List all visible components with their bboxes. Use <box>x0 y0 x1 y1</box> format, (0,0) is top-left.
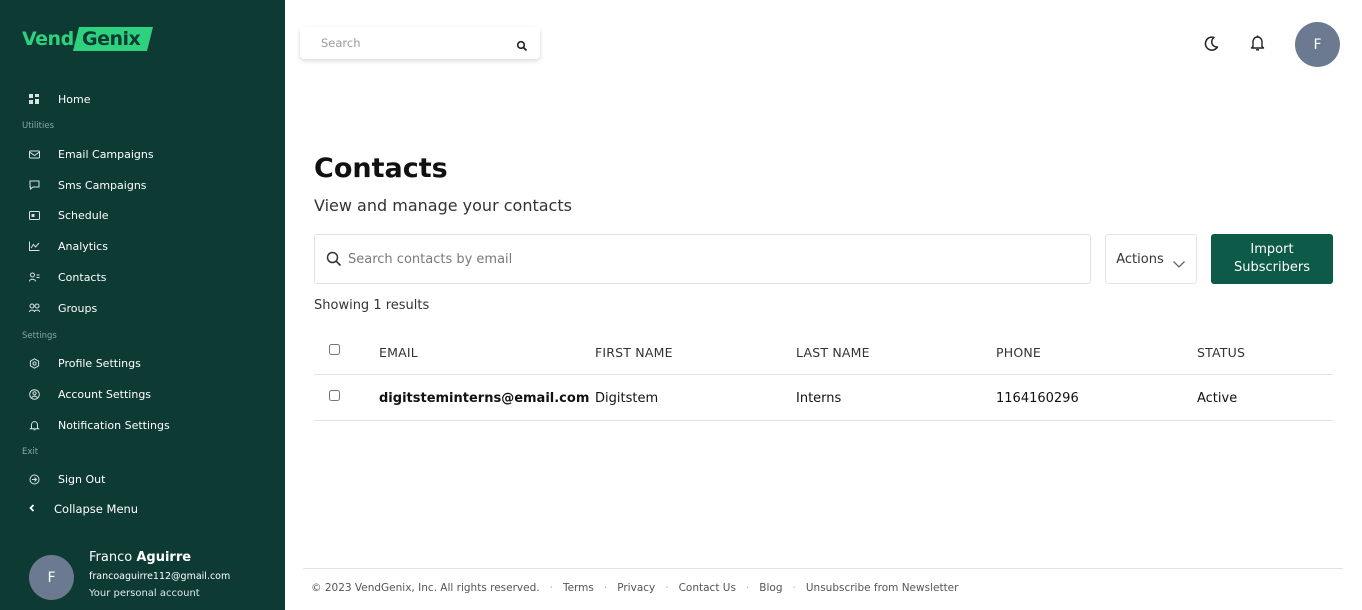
search-icon[interactable] <box>516 37 528 52</box>
section-label-exit: Exit <box>22 447 39 457</box>
column-header-status[interactable]: STATUS <box>1197 329 1245 375</box>
sidebar-item-label: Sms Campaigns <box>58 178 147 192</box>
sidebar-item-label: Home <box>58 92 91 106</box>
sidebar-item-home[interactable]: Home <box>28 89 90 109</box>
footer: © 2023 VendGenix, Inc. All rights reserv… <box>311 582 958 594</box>
search-icon <box>326 251 342 267</box>
footer-link-blog[interactable]: Blog <box>759 582 782 594</box>
footer-separator: · <box>549 582 553 594</box>
sidebar-item-account-settings[interactable]: Account Settings <box>28 384 151 404</box>
gear-icon <box>28 357 40 369</box>
results-count: Showing 1 results <box>314 298 430 313</box>
dashboard-icon <box>28 93 40 105</box>
cell-email: digitsteminterns@email.com <box>379 390 590 406</box>
sidebar-item-label: Groups <box>58 301 98 315</box>
select-all-checkbox[interactable] <box>329 344 340 355</box>
table-header-row: EMAIL FIRST NAME LAST NAME PHONE STATUS <box>314 329 1333 375</box>
sidebar-item-schedule[interactable]: Schedule <box>28 205 109 225</box>
bell-icon <box>28 419 40 431</box>
user-account-subtitle: Your personal account <box>89 588 200 599</box>
sidebar-item-label: Schedule <box>58 208 109 222</box>
cell-phone: 1164160296 <box>996 390 1079 406</box>
global-search <box>300 27 540 59</box>
contacts-icon <box>28 271 40 283</box>
sidebar-item-notification-settings[interactable]: Notification Settings <box>28 415 170 435</box>
actions-dropdown[interactable]: Actions <box>1105 234 1197 284</box>
column-header-phone[interactable]: PHONE <box>996 329 1041 375</box>
brand-logo[interactable]: Vend Genix <box>22 27 153 51</box>
section-label-utilities: Utilities <box>22 121 54 131</box>
chevron-down-icon <box>1172 254 1186 268</box>
cell-first-name: Digitstem <box>595 390 659 406</box>
sidebar-item-sign-out[interactable]: Sign Out <box>28 469 105 489</box>
footer-separator: · <box>603 582 608 594</box>
user-name: Franco Aguirre <box>89 550 192 565</box>
sidebar-item-label: Email Campaigns <box>58 147 154 161</box>
page-title: Contacts <box>314 153 448 184</box>
mail-icon <box>28 148 40 160</box>
sidebar-item-contacts[interactable]: Contacts <box>28 267 107 287</box>
sidebar: Vend Genix Home Utilities Email Campaign… <box>0 0 285 610</box>
collapse-menu-button[interactable]: Collapse Menu <box>28 500 138 518</box>
contacts-table: EMAIL FIRST NAME LAST NAME PHONE STATUS … <box>314 329 1333 421</box>
calendar-icon <box>28 209 40 221</box>
import-subscribers-button[interactable]: Import Subscribers <box>1211 234 1333 284</box>
sidebar-item-label: Analytics <box>58 239 108 253</box>
row-checkbox[interactable] <box>329 390 340 401</box>
logout-icon <box>28 473 40 485</box>
groups-icon <box>28 302 40 314</box>
footer-separator: · <box>665 582 669 594</box>
sidebar-item-sms-campaigns[interactable]: Sms Campaigns <box>28 175 147 195</box>
sidebar-item-label: Account Settings <box>58 387 152 401</box>
section-label-settings: Settings <box>22 331 57 341</box>
chart-icon <box>28 240 40 252</box>
sidebar-item-profile-settings[interactable]: Profile Settings <box>28 353 141 373</box>
contact-search-input[interactable] <box>348 251 1090 267</box>
sidebar-item-email-campaigns[interactable]: Email Campaigns <box>28 144 154 164</box>
footer-divider <box>303 568 1343 569</box>
sidebar-item-label: Profile Settings <box>58 356 141 370</box>
column-header-last-name[interactable]: LAST NAME <box>796 329 870 375</box>
chat-icon <box>28 179 40 191</box>
user-email: francoaguirre112@gmail.com <box>89 571 231 582</box>
sidebar-item-analytics[interactable]: Analytics <box>28 236 108 256</box>
top-user-avatar[interactable]: F <box>1295 22 1340 67</box>
notifications-bell-icon[interactable] <box>1249 34 1266 52</box>
contact-search-box <box>314 234 1091 284</box>
actions-label: Actions <box>1116 251 1164 267</box>
global-search-input[interactable] <box>321 36 516 50</box>
user-circle-icon <box>28 388 40 400</box>
column-header-email[interactable]: EMAIL <box>379 329 418 375</box>
user-avatar[interactable]: F <box>29 555 74 600</box>
collapse-menu-label: Collapse Menu <box>54 502 139 516</box>
footer-copyright: © 2023 VendGenix, Inc. All rights reserv… <box>311 582 540 594</box>
logo-text-vend: Vend <box>22 28 74 50</box>
sidebar-item-label: Notification Settings <box>58 418 170 432</box>
footer-separator: · <box>745 582 750 594</box>
footer-link-unsubscribe[interactable]: Unsubscribe from Newsletter <box>806 582 959 594</box>
theme-toggle-moon-icon[interactable] <box>1203 35 1220 52</box>
footer-separator: · <box>792 582 796 594</box>
cell-status: Active <box>1197 390 1238 406</box>
page-subtitle: View and manage your contacts <box>314 196 572 215</box>
sidebar-item-groups[interactable]: Groups <box>28 298 97 318</box>
sidebar-item-label: Sign Out <box>58 472 106 486</box>
footer-link-privacy[interactable]: Privacy <box>617 582 655 594</box>
table-row[interactable]: digitsteminterns@email.com Digitstem Int… <box>314 375 1333 421</box>
footer-link-contact-us[interactable]: Contact Us <box>679 582 736 594</box>
footer-link-terms[interactable]: Terms <box>563 582 594 594</box>
chevron-left-icon <box>28 503 40 516</box>
column-header-first-name[interactable]: FIRST NAME <box>595 329 673 375</box>
sidebar-item-label: Contacts <box>58 270 107 284</box>
cell-last-name: Interns <box>796 390 842 406</box>
logo-text-genix: Genix <box>72 27 153 51</box>
